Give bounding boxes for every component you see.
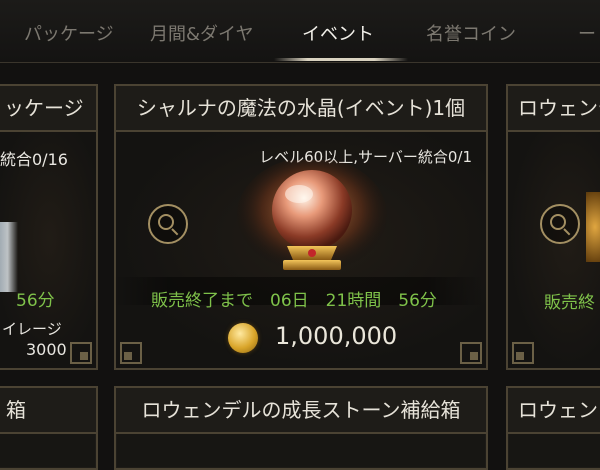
tab-monthly-diamond[interactable]: 月間&ダイヤ	[150, 20, 254, 46]
sale-end-timer: 販売終	[544, 293, 595, 313]
magnifier-icon[interactable]	[148, 204, 188, 244]
corner-ornament-icon	[70, 342, 92, 364]
corner-ornament-icon	[120, 342, 142, 364]
gold-coin-icon	[228, 323, 258, 353]
card-body: 販売終	[508, 132, 600, 368]
tab-honor-coin[interactable]: 名誉コイン	[426, 20, 516, 46]
card-title: ロウェンデルの成長ストーン補給箱	[116, 388, 486, 434]
active-tab-indicator	[274, 58, 408, 61]
corner-ornament-icon	[512, 342, 534, 364]
item-image	[0, 222, 18, 292]
tab-package[interactable]: パッケージ	[24, 20, 114, 46]
card-title: ロウェンデ	[508, 86, 600, 132]
magnifier-icon[interactable]	[540, 204, 580, 244]
product-card-bottom-right[interactable]: ロウェン	[506, 386, 600, 470]
tab-event[interactable]: イベント	[302, 20, 374, 46]
sale-end-timer: 販売終了まで 06日 21時間 56分	[151, 291, 437, 311]
corner-ornament-icon	[460, 342, 482, 364]
mileage-value: 3000	[26, 340, 67, 359]
mileage-label: イレージ	[2, 320, 62, 338]
product-card-bottom-left[interactable]: 箱	[0, 386, 98, 470]
price-value: 1,000,000	[275, 322, 398, 350]
purchase-limit: 統合0/16	[0, 150, 68, 169]
card-title: 箱	[0, 388, 96, 434]
product-card-right[interactable]: ロウェンデ 販売終	[506, 84, 600, 370]
product-card-growth-stone-box[interactable]: ロウェンデルの成長ストーン補給箱	[114, 386, 488, 470]
product-card-left[interactable]: ッケージ 統合0/16 56分 イレージ 3000	[0, 84, 98, 370]
crystal-ball-item-image	[237, 157, 387, 285]
card-title: ロウェン	[508, 388, 600, 434]
card-title: ッケージ	[0, 86, 96, 132]
tab-bar: パッケージ 月間&ダイヤ イベント 名誉コイン ー	[0, 0, 600, 63]
item-image	[586, 192, 600, 262]
card-title: シャルナの魔法の水晶(イベント)1個	[116, 86, 486, 132]
card-body: 統合0/16 56分 イレージ 3000	[0, 132, 96, 368]
sale-timer: 56分	[16, 291, 55, 311]
tab-more[interactable]: ー	[578, 20, 596, 46]
